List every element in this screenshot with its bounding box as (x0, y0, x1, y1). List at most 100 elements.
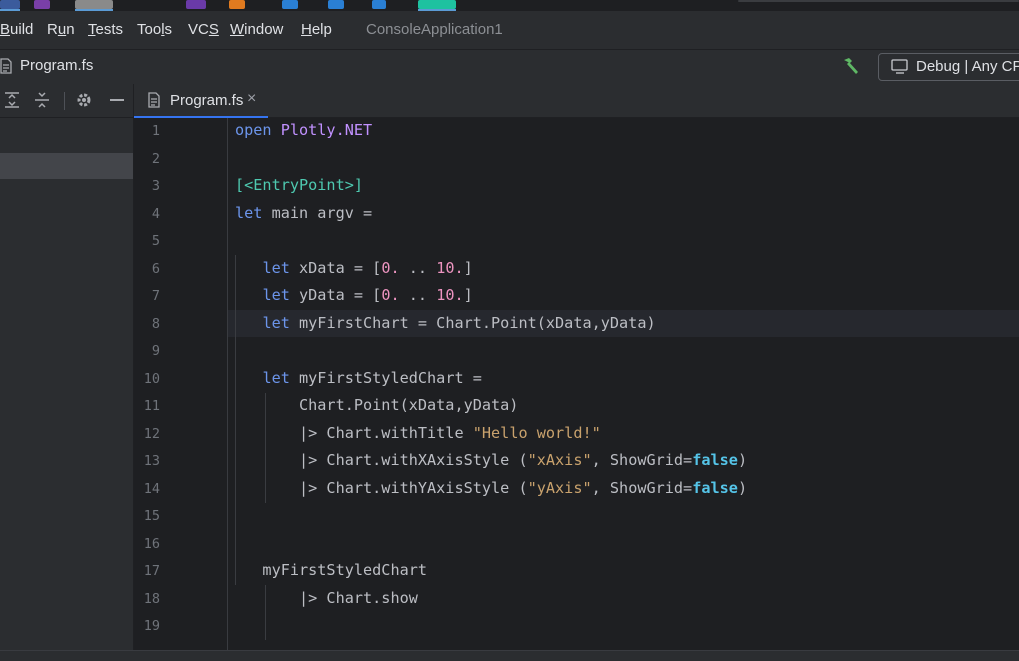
close-icon[interactable]: × (247, 90, 256, 108)
code-token: myFirstStyledChart (235, 561, 428, 579)
minimize-icon[interactable] (107, 90, 127, 115)
code-line[interactable]: 15 (134, 503, 1019, 530)
code-line[interactable]: 12 |> Chart.withTitle "Hello world!" (134, 421, 1019, 448)
code-line[interactable]: 13 |> Chart.withXAxisStyle ("xAxis", Sho… (134, 448, 1019, 475)
line-number: 18 (143, 590, 160, 607)
project-tool-window (0, 84, 134, 650)
code-text: |> Chart.show (235, 589, 418, 607)
code-line[interactable]: 10 let myFirstStyledChart = (134, 366, 1019, 393)
selected-tree-item[interactable] (0, 153, 133, 179)
menu-build[interactable]: Build (0, 21, 33, 38)
menu-mnemonic: l (161, 21, 165, 38)
menu-help[interactable]: Help (301, 21, 332, 38)
code-line[interactable]: 17 myFirstStyledChart (134, 558, 1019, 585)
menu-run[interactable]: Run (47, 21, 75, 38)
code-text: [<EntryPoint>] (235, 176, 363, 194)
app-icon[interactable] (75, 0, 113, 9)
gear-icon[interactable] (74, 90, 94, 115)
menu-window[interactable]: Window (230, 21, 283, 38)
menu-mnemonic: W (230, 21, 245, 38)
app-icon[interactable] (186, 0, 206, 9)
menu-mnemonic: H (301, 21, 312, 38)
breadcrumb-file[interactable]: Program.fs (20, 57, 93, 74)
run-configuration-selector[interactable]: Debug | Any CPU (878, 53, 1019, 81)
app-icon[interactable] (229, 0, 245, 9)
app-icon[interactable] (372, 0, 386, 9)
line-number: 16 (143, 535, 160, 552)
code-line[interactable]: 14 |> Chart.withYAxisStyle ("yAxis", Sho… (134, 476, 1019, 503)
code-line[interactable]: 8 let myFirstChart = Chart.Point(xData,y… (134, 311, 1019, 338)
expand-all-icon[interactable] (2, 90, 22, 115)
code-token: |> Chart.show (235, 588, 418, 607)
code-token: false (692, 478, 738, 497)
file-icon (148, 92, 160, 113)
code-text: myFirstStyledChart (235, 561, 427, 579)
code-token: 10. (436, 258, 464, 277)
app-icon[interactable] (418, 0, 456, 9)
code-token: ) (737, 451, 748, 469)
menu-vcs[interactable]: VCS (188, 21, 219, 38)
code-line[interactable]: 4 let main argv = (134, 201, 1019, 228)
code-token: myFirstStyledChart = (299, 368, 482, 387)
line-number: 11 (143, 398, 160, 414)
code-token: false (692, 451, 738, 469)
menu-mnemonic: u (57, 21, 67, 38)
code-line[interactable]: 7 let yData = [0. .. 10.] (134, 283, 1019, 310)
app-icon[interactable] (0, 0, 20, 9)
main-menu-bar: Build Run Tests Tools VCS Window Help Co… (0, 11, 1019, 49)
code-text: let myFirstChart = Chart.Point(xData,yDa… (235, 313, 655, 332)
line-number: 6 (151, 260, 160, 277)
code-line[interactable]: 2 (134, 146, 1019, 173)
line-number: 17 (143, 563, 160, 579)
code-token: Plotly.NET (280, 121, 373, 139)
line-number: 13 (143, 453, 160, 469)
menu-tools[interactable]: Tools (137, 21, 172, 38)
code-line[interactable]: 6 let xData = [0. .. 10.] (134, 256, 1019, 283)
code-text: |> Chart.withTitle "Hello world!" (235, 424, 601, 442)
code-line[interactable]: 18 |> Chart.show (134, 586, 1019, 613)
app-icon[interactable] (282, 0, 298, 9)
line-number: 4 (151, 205, 160, 222)
code-line[interactable]: 19 (134, 613, 1019, 640)
code-token: .. (399, 286, 437, 304)
tab-program-fs[interactable]: Program.fs × (134, 84, 268, 118)
code-text: let yData = [0. .. 10.] (235, 286, 473, 304)
code-line[interactable]: 3 [<EntryPoint>] (134, 173, 1019, 200)
app-icon[interactable] (328, 0, 344, 9)
code-token: 10. (436, 286, 464, 304)
configuration-icon (891, 59, 909, 79)
menu-mnemonic: S (208, 21, 219, 38)
code-token: |> Chart.withYAxisStyle ( (235, 478, 528, 497)
code-token: ) (737, 478, 748, 497)
code-text: let main argv = (235, 204, 372, 222)
tab-label: Program.fs (170, 92, 244, 109)
code-editor[interactable]: 1 open Plotly.NET 2 3 [<EntryPoint>] 4 let mai… (134, 118, 1019, 650)
code-token: ] (463, 286, 473, 304)
code-line[interactable]: 11 Chart.Point(xData,yData) (134, 393, 1019, 420)
line-number: 14 (143, 480, 160, 497)
line-number: 9 (151, 343, 160, 359)
code-token: let (262, 368, 300, 387)
line-number: 15 (143, 508, 160, 524)
code-token: let (262, 313, 300, 332)
collapse-all-icon[interactable] (32, 90, 52, 115)
taskbar-separator (738, 0, 1019, 2)
code-token: yData = [ (299, 286, 382, 304)
code-line[interactable]: 5 (134, 228, 1019, 255)
app-icon[interactable] (34, 0, 50, 9)
code-line[interactable]: 16 (134, 531, 1019, 558)
code-token: |> Chart.withXAxisStyle ( (235, 451, 528, 469)
menu-tests[interactable]: Tests (88, 21, 123, 38)
code-token: [<EntryPoint>] (235, 176, 364, 194)
code-line[interactable]: 9 (134, 338, 1019, 365)
code-text: Chart.Point(xData,yData) (235, 396, 518, 414)
code-line[interactable]: 1 open Plotly.NET (134, 118, 1019, 145)
code-token: "Hello world!" (472, 423, 601, 442)
line-number: 19 (143, 618, 160, 634)
hammer-icon[interactable] (840, 55, 862, 82)
project-toolbar (0, 84, 133, 118)
